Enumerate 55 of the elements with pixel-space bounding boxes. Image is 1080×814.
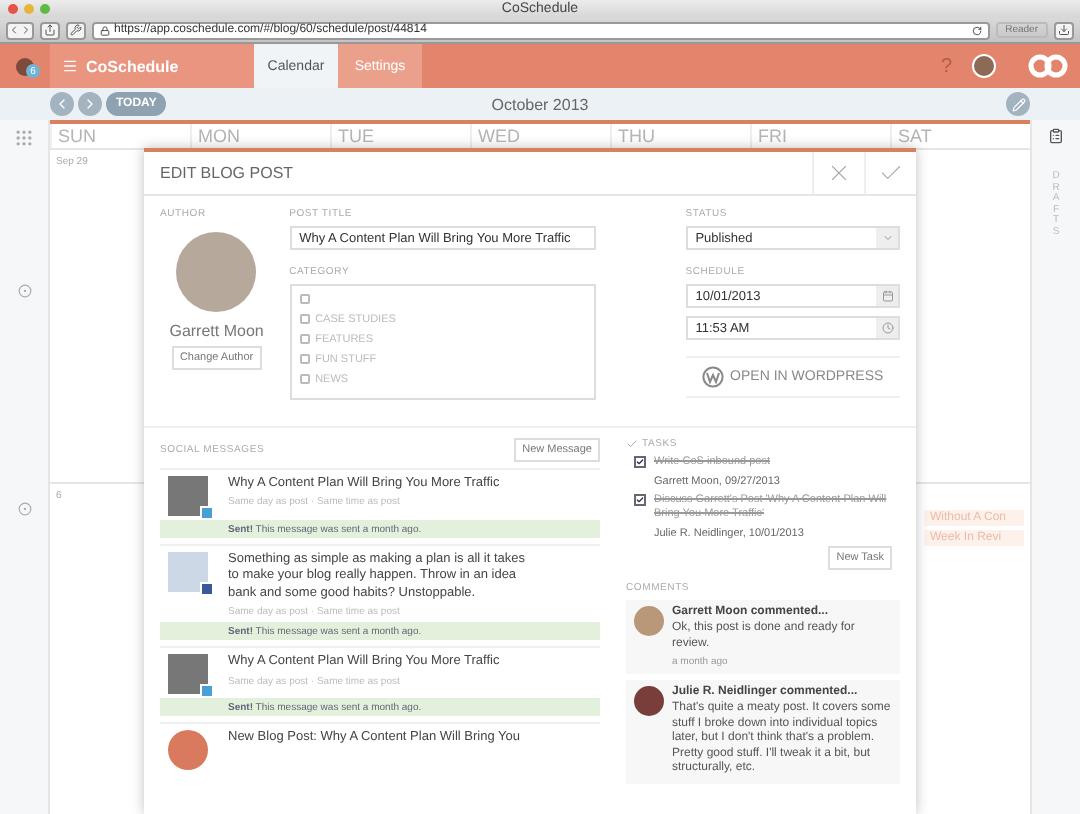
brand-name: CoSchedule: [86, 57, 179, 75]
chevron-down-icon: [881, 232, 894, 244]
back-icon: [8, 24, 20, 36]
circle-dot-icon[interactable]: [17, 502, 31, 516]
reload-icon: [971, 25, 982, 35]
message-thumbnail: [168, 730, 208, 771]
chevron-left-icon: [54, 96, 70, 112]
lock-icon: [100, 25, 110, 35]
previous-button[interactable]: [50, 92, 74, 116]
download-button[interactable]: [1054, 21, 1074, 39]
chevron-right-icon: [82, 96, 98, 112]
checkbox[interactable]: [299, 294, 310, 304]
task-checkbox[interactable]: [634, 456, 646, 468]
avatar-placeholder: [634, 686, 664, 717]
wordpress-icon: [702, 366, 725, 388]
clipboard-icon[interactable]: [1048, 128, 1064, 144]
avatar-placeholder: [634, 606, 664, 637]
month-title: October 2013: [491, 95, 589, 113]
network-badge-icon: [200, 506, 214, 520]
menu-icon[interactable]: [62, 58, 78, 74]
share-icon: [44, 24, 56, 36]
back-forward-button[interactable]: [6, 21, 34, 39]
checkbox[interactable]: [299, 314, 310, 324]
tick-icon: [636, 456, 644, 468]
close-icon: [826, 160, 852, 186]
zoom-light-icon[interactable]: [40, 4, 50, 14]
logo-icon: [1028, 52, 1068, 80]
wrench-icon: [70, 24, 82, 36]
check-icon: [626, 438, 638, 450]
close-light-icon[interactable]: [8, 4, 18, 14]
calendar-icon: [881, 290, 894, 302]
minimize-light-icon[interactable]: [24, 4, 34, 14]
checkbox[interactable]: [299, 374, 310, 384]
download-icon: [1058, 24, 1070, 36]
close-button[interactable]: [812, 152, 864, 194]
network-badge-icon: [200, 684, 214, 699]
forward-icon: [20, 24, 32, 36]
user-avatar[interactable]: [972, 54, 996, 78]
tick-icon: [636, 493, 644, 506]
network-badge-icon: [200, 582, 214, 596]
clock-icon: [881, 322, 894, 334]
dialog-title: EDIT BLOG POST: [158, 162, 296, 186]
author-name: Garrett Moon: [169, 322, 264, 340]
pencil-icon: [1011, 97, 1025, 111]
photo-placeholder: [176, 232, 257, 312]
checkbox[interactable]: [299, 334, 310, 344]
wrench-button[interactable]: [66, 21, 86, 39]
checkbox[interactable]: [299, 354, 310, 364]
edit-button[interactable]: [1006, 92, 1030, 116]
grid-icon[interactable]: [14, 128, 34, 148]
task-checkbox[interactable]: [634, 493, 646, 506]
share-button[interactable]: [40, 21, 60, 39]
next-button[interactable]: [78, 92, 102, 116]
circle-dot-icon[interactable]: [17, 284, 31, 298]
save-button[interactable]: [864, 152, 916, 194]
